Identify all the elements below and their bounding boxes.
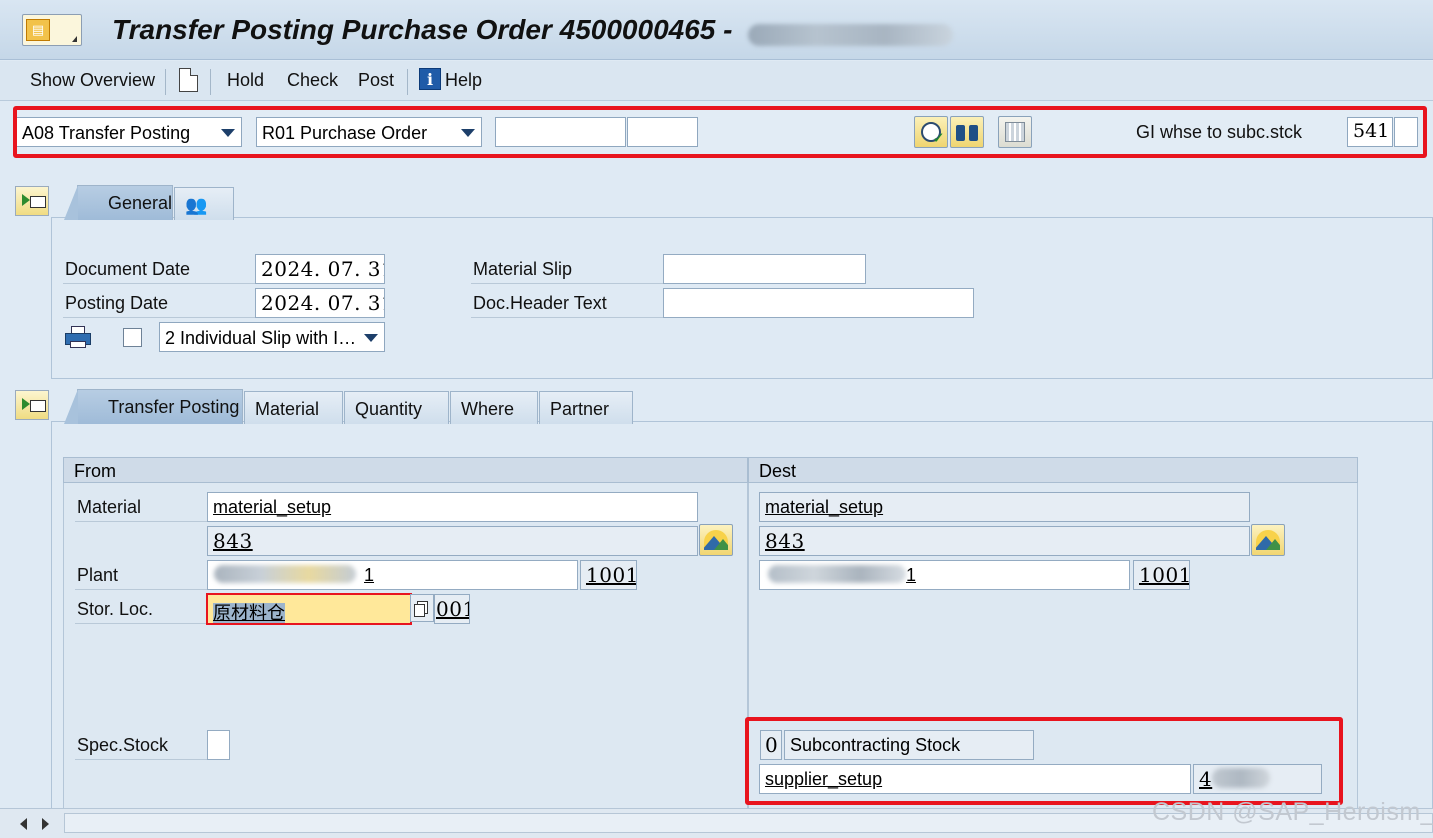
posting-date-label: Posting Date [65, 293, 169, 313]
scroll-left-icon[interactable] [20, 818, 27, 830]
show-overview-button[interactable]: Show Overview [30, 70, 155, 91]
highlight-box-subcontracting [745, 717, 1343, 805]
app-menu-icon[interactable]: ▤ [22, 14, 82, 46]
dest-material-input[interactable]: material_setup [759, 492, 1250, 522]
material-label: Material [77, 497, 142, 517]
doc-header-text-label: Doc.Header Text [473, 293, 607, 313]
label-underline [75, 589, 207, 590]
from-special-stock-input[interactable] [207, 730, 230, 760]
document-date-label: Document Date [65, 259, 191, 279]
post-button[interactable]: Post [358, 70, 394, 91]
application-toolbar: Show Overview Hold Check Post i Help [0, 61, 1433, 101]
from-material-number: 843 [207, 526, 698, 556]
expand-header-icon[interactable] [15, 186, 49, 216]
tab-material[interactable]: Material [244, 391, 343, 424]
label-underline [75, 759, 207, 760]
label-underline [471, 317, 663, 318]
plant-label: Plant [77, 565, 119, 585]
tab-partner-header[interactable]: 👥 [174, 187, 234, 220]
mountain-icon [704, 530, 728, 550]
material-slip-label: Material Slip [473, 259, 573, 279]
highlight-box-header [13, 106, 1427, 158]
print-version-value: 2 Individual Slip with I… [165, 328, 357, 348]
from-storage-location-input[interactable]: 001 [434, 594, 470, 624]
storage-location-name-text: 原材料仓 [213, 603, 285, 624]
from-material-input[interactable]: material_setup [207, 492, 698, 522]
dest-material-display-button[interactable] [1251, 524, 1285, 556]
scroll-right-icon[interactable] [42, 818, 49, 830]
dropdown-corner-icon [72, 36, 77, 42]
mountain-icon [1256, 530, 1280, 550]
dest-group-heading: Dest [748, 457, 1358, 483]
help-button[interactable]: Help [445, 70, 482, 91]
dest-plant-input[interactable]: 1001 [1133, 560, 1190, 590]
print-version-select[interactable]: 2 Individual Slip with I… [159, 322, 385, 352]
tab-quantity[interactable]: Quantity [344, 391, 449, 424]
info-icon[interactable]: i [419, 68, 441, 90]
tab-where[interactable]: Where [450, 391, 538, 424]
toolbar-separator [210, 69, 211, 95]
redacted-text [768, 565, 906, 583]
from-group-heading: From [63, 457, 748, 483]
redacted-text [214, 565, 356, 583]
label-underline [75, 623, 207, 624]
toolbar-separator [407, 69, 408, 95]
special-stock-label: Spec.Stock [77, 735, 169, 755]
dest-material-number: 843 [759, 526, 1250, 556]
material-slip-input[interactable] [663, 254, 866, 284]
storage-location-label: Stor. Loc. [77, 599, 154, 619]
persons-icon: 👥 [185, 195, 208, 215]
page-title: Transfer Posting Purchase Order 45000004… [112, 14, 733, 45]
title-redacted [748, 24, 953, 46]
new-document-icon[interactable] [179, 68, 198, 92]
posting-date-input[interactable]: 2024. 07. 31 [255, 288, 385, 318]
label-underline [63, 317, 255, 318]
watermark: CSDN @SAP_Heroism_ [1152, 798, 1433, 826]
from-storage-location-name[interactable]: 原材料仓 [206, 593, 412, 625]
doc-header-text-input[interactable] [663, 288, 974, 318]
copy-icon[interactable] [410, 594, 434, 622]
chevron-down-icon [364, 334, 378, 342]
from-material-display-button[interactable] [699, 524, 733, 556]
print-checkbox[interactable] [123, 328, 142, 347]
tab-transfer-posting[interactable]: Transfer Posting [64, 389, 243, 424]
from-plant-input[interactable]: 1001 [580, 560, 637, 590]
check-button[interactable]: Check [287, 70, 338, 91]
tab-general[interactable]: General [64, 185, 173, 220]
document-date-input[interactable]: 2024. 07. 31 [255, 254, 385, 284]
expand-item-icon[interactable] [15, 390, 49, 420]
tab-partner[interactable]: Partner [539, 391, 633, 424]
toolbar-separator [165, 69, 166, 95]
hold-button[interactable]: Hold [227, 70, 264, 91]
label-underline [63, 283, 255, 284]
printer-icon [65, 326, 91, 348]
sap-menu-icon: ▤ [26, 19, 50, 41]
label-underline [75, 521, 207, 522]
label-underline [471, 283, 663, 284]
